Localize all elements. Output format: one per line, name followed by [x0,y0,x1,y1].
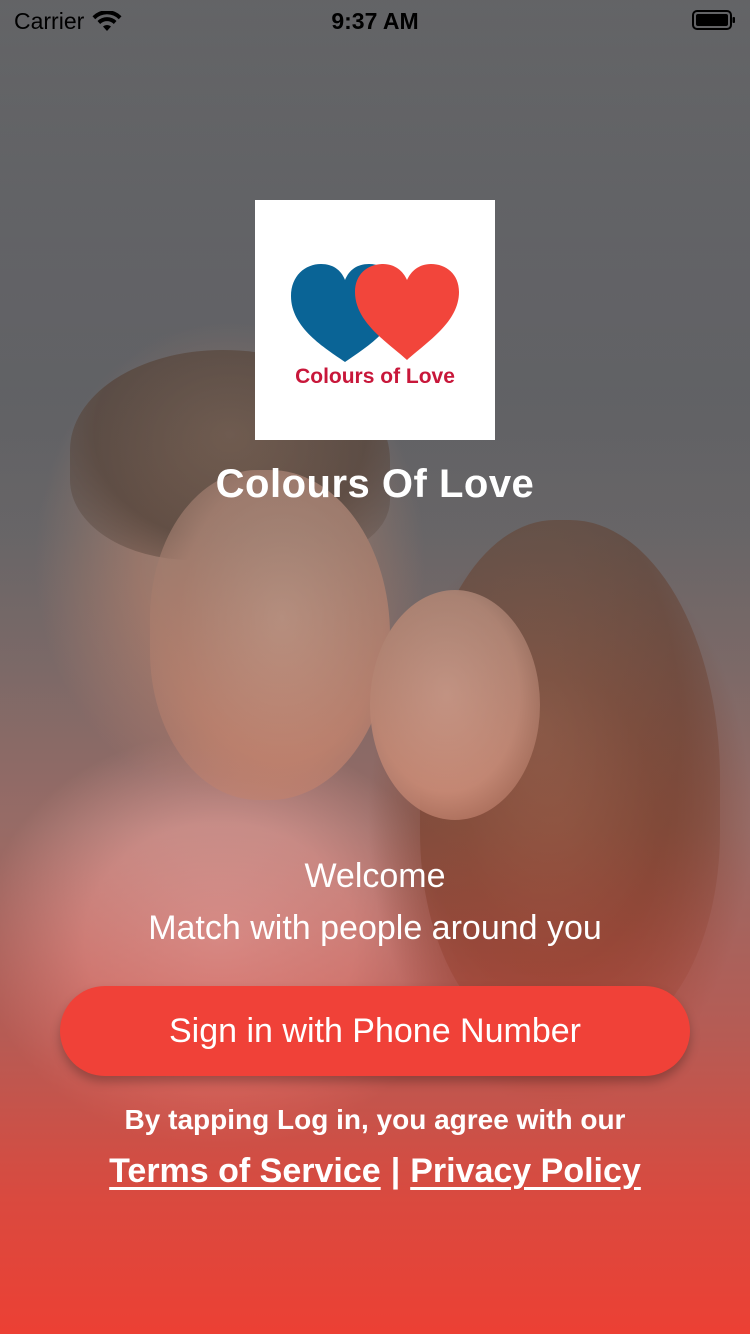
logo-text: Colours of Love [295,365,455,388]
status-bar: Carrier 9:37 AM [0,0,750,40]
welcome-message: Welcome Match with people around you [0,850,750,954]
welcome-heading: Welcome [304,857,446,895]
battery-icon [692,10,735,30]
privacy-policy-link[interactable]: Privacy Policy [410,1152,641,1190]
app-title: Colours Of Love [215,462,535,506]
welcome-subtitle: Match with people around you [148,909,602,947]
two-hearts-icon: Colours of Love [291,264,459,388]
link-separator: | [390,1152,401,1190]
terms-of-service-link[interactable]: Terms of Service [109,1152,381,1190]
sign-in-phone-button[interactable]: Sign in with Phone Number [60,986,690,1076]
legal-links: Terms of Service | Privacy Policy [0,1152,750,1191]
app-logo: Colours of Love [255,200,495,440]
terms-agreement-text: By tapping Log in, you agree with our [124,1104,626,1135]
status-time: 9:37 AM [331,8,419,34]
login-screen: Carrier 9:37 AM Colours of Love Colours … [0,0,750,1334]
